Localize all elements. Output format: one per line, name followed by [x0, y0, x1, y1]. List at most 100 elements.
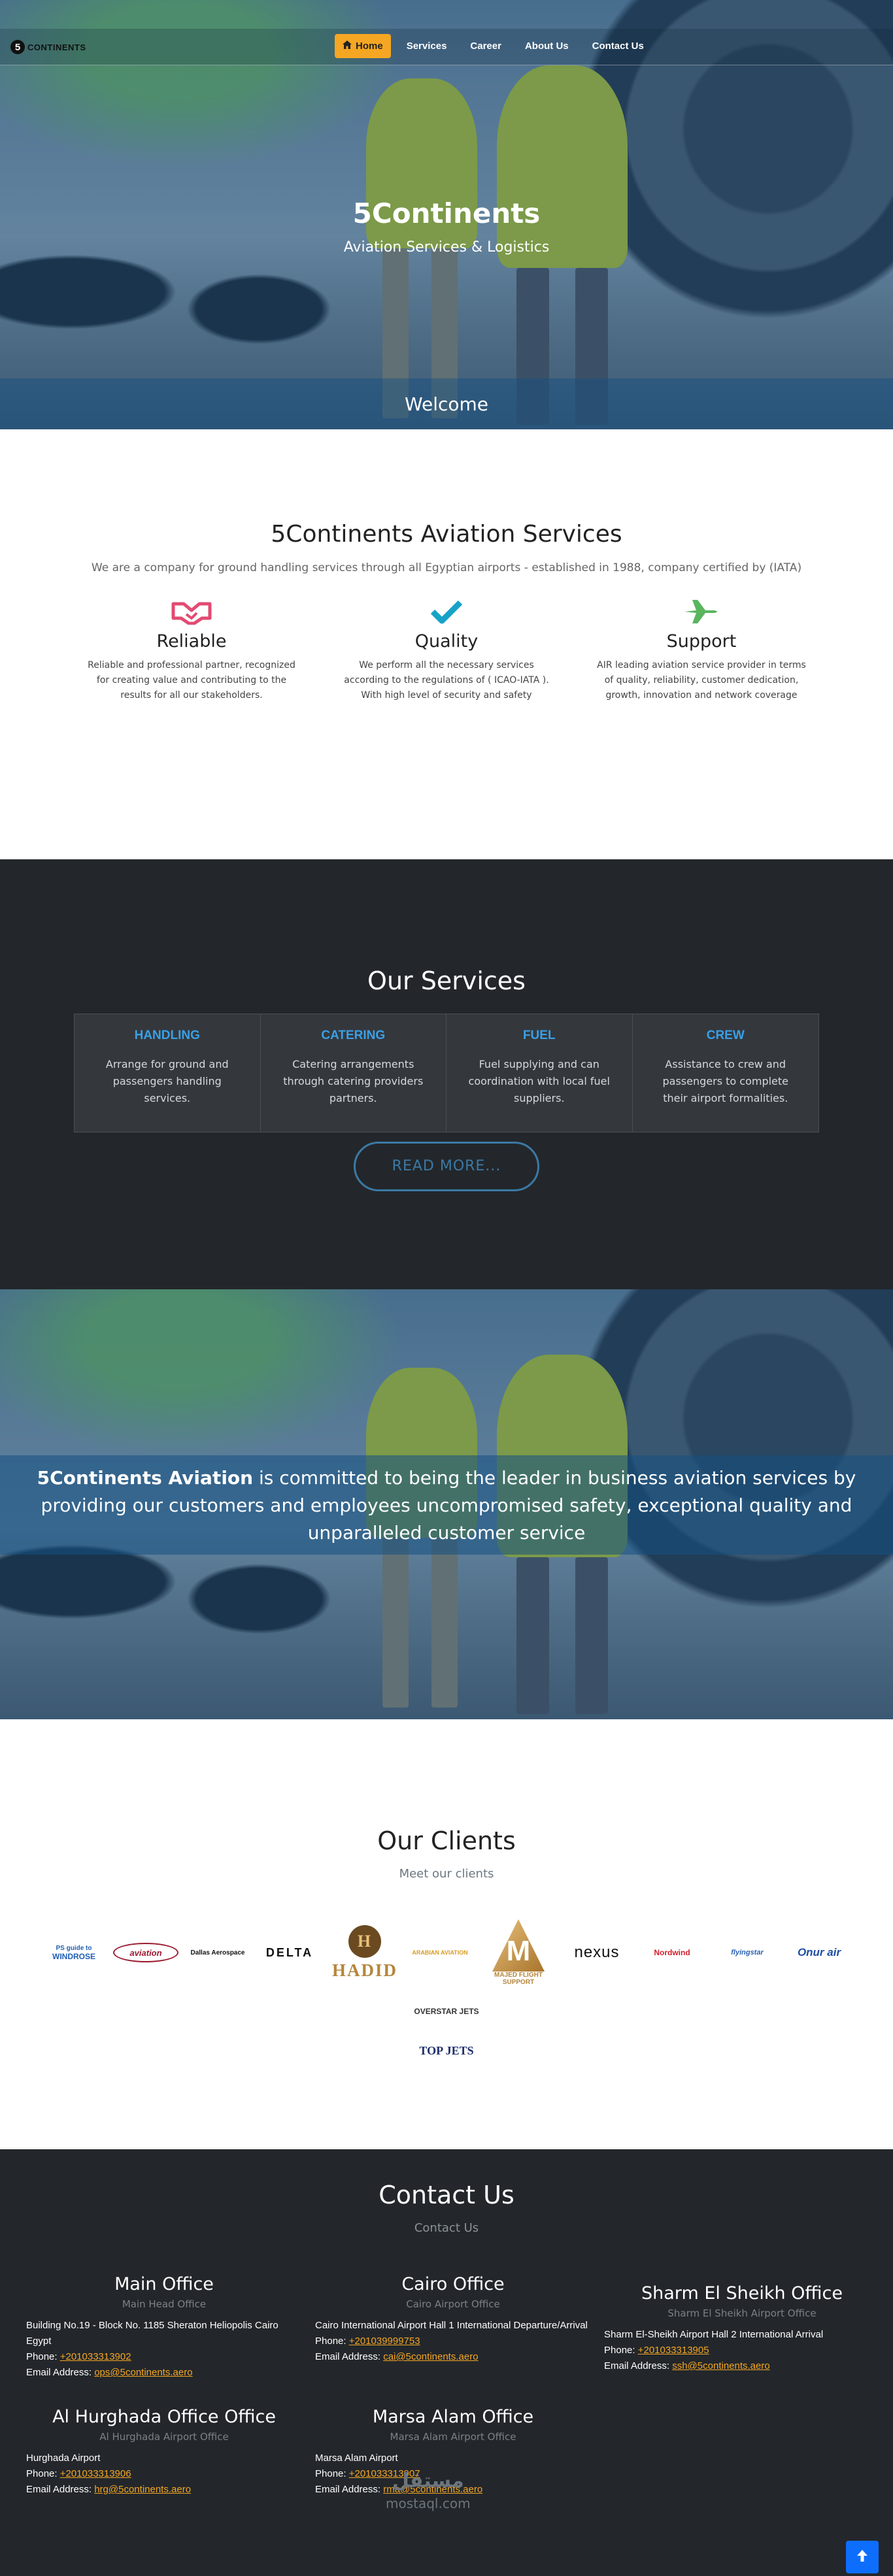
service-title: HANDLING	[134, 1029, 200, 1042]
office-title: Main Office	[114, 2274, 214, 2294]
services-grid: HANDLING Arrange for ground and passenge…	[74, 1014, 819, 1132]
client-logo-dallas-aerospace: Dallas Aerospace	[190, 1949, 245, 1957]
office-phone: Phone: +201039999753	[315, 2334, 591, 2349]
email-label: Email Address:	[315, 2351, 384, 2362]
client-logo-windrose: PS guide to WINDROSE	[41, 1938, 107, 1967]
majed-emblem: M	[492, 1919, 545, 1972]
office-phone: Phone: +201033313905	[604, 2343, 880, 2358]
nav-item-contact-us[interactable]: Contact Us	[584, 34, 652, 58]
phone-label: Phone:	[26, 2468, 60, 2479]
office-list: Main Office Main Head Office Building No…	[13, 2274, 880, 2498]
hadid-emblem: H	[348, 1924, 381, 1958]
office-address: Marsa Alam Airport	[315, 2452, 398, 2464]
client-logo-onur-air: Onur air	[797, 1946, 841, 1958]
client-logo-nexus: nexus	[574, 1943, 620, 1961]
email-label: Email Address:	[604, 2360, 673, 2371]
service-text: Assistance to crew and passengers to com…	[662, 1058, 789, 1104]
phone-label: Phone:	[315, 2336, 349, 2347]
feature-list: Reliable Reliable and professional partn…	[0, 596, 893, 703]
service-text: Arrange for ground and passengers handli…	[105, 1058, 229, 1104]
service-text: Fuel supplying and can coordination with…	[468, 1058, 610, 1104]
about-title: 5Continents Aviation Services	[271, 521, 622, 548]
office-email: Email Address: hrg@5continents.aero	[26, 2482, 302, 2498]
hero-subtitle: Aviation Services & Logistics	[343, 239, 550, 256]
phone-link[interactable]: +201033313902	[60, 2351, 131, 2362]
phone-link[interactable]: +201033313905	[638, 2345, 709, 2356]
clients-section: Our Clients Meet our clients PS guide to…	[0, 1719, 893, 2149]
office-title: Cairo Office	[401, 2274, 505, 2294]
contact-title: Contact Us	[379, 2181, 514, 2209]
office-address: Hurghada Airport	[26, 2452, 101, 2464]
office-address: Cairo International Airport Hall 1 Inter…	[315, 2320, 588, 2331]
phone-label: Phone:	[26, 2351, 60, 2362]
nav-item-home[interactable]: Home	[335, 34, 391, 58]
mission-brand: 5Continents Aviation	[37, 1467, 254, 1489]
nav-item-about-us[interactable]: About Us	[517, 34, 577, 58]
phone-label: Phone:	[315, 2468, 349, 2479]
about-section: 5Continents Aviation Services We are a c…	[0, 429, 893, 859]
office-subtitle: Cairo Airport Office	[406, 2298, 500, 2310]
phone-link[interactable]: +201039999753	[349, 2336, 420, 2347]
nav-item-services[interactable]: Services	[399, 34, 455, 58]
nav-item-label: Home	[356, 41, 383, 52]
office-address: Building No.19 - Block No. 1185 Sheraton…	[26, 2320, 278, 2347]
service-card-fuel: FUEL Fuel supplying and can coordination…	[446, 1014, 633, 1132]
handshake-icon	[84, 596, 299, 627]
feature-title: Reliable	[156, 631, 227, 652]
client-logos: PS guide to WINDROSE aviation Dallas Aer…	[22, 1913, 871, 2070]
client-logo-flyingstar: flyingstar	[731, 1949, 764, 1957]
watermark-url: mostaql.com	[386, 2496, 471, 2511]
office-subtitle: Al Hurghada Airport Office	[99, 2431, 229, 2443]
client-logo-hadid: H HADID	[329, 1920, 401, 1985]
welcome-banner: Welcome	[0, 378, 893, 429]
contact-subtitle: Contact Us	[414, 2221, 479, 2235]
services-section: Our Services HANDLING Arrange for ground…	[0, 859, 893, 1289]
feature-text: AIR leading aviation service provider in…	[597, 660, 806, 701]
office-title: Marsa Alam Office	[372, 2407, 534, 2427]
check-icon	[339, 596, 554, 627]
client-logo-top-jets: TOP JETS	[419, 2043, 474, 2057]
office-email: Email Address: cai@5continents.aero	[315, 2349, 591, 2365]
top-navigation: 5 CONTINENTS Home Services Career About …	[0, 29, 893, 65]
mostaql-watermark: مستقل mostaql.com	[386, 2470, 471, 2515]
nav-item-label: Contact Us	[592, 41, 644, 52]
nav-item-career[interactable]: Career	[462, 34, 509, 58]
office-hurghada: Al Hurghada Office Office Al Hurghada Ai…	[13, 2407, 302, 2498]
office-phone: Phone: +201033313902	[26, 2349, 302, 2365]
feature-title: Support	[666, 631, 737, 652]
office-subtitle: Main Head Office	[122, 2298, 207, 2310]
office-address: Sharm El-Sheikh Airport Hall 2 Internati…	[604, 2329, 824, 2340]
watermark-arabic: مستقل	[392, 2469, 464, 2492]
plane-icon	[594, 596, 809, 627]
service-title: CREW	[706, 1029, 745, 1042]
logo-mark: 5	[10, 40, 25, 54]
main-menu: Home Services Career About Us Contact Us	[335, 34, 652, 58]
phone-link[interactable]: +201033313906	[60, 2468, 131, 2479]
logo-text: CONTINENTS	[27, 42, 86, 52]
mission-statement: 5Continents Aviation is committed to bei…	[0, 1455, 893, 1555]
read-more-button[interactable]: READ MORE...	[354, 1142, 539, 1191]
feature-text: Reliable and professional partner, recog…	[88, 660, 295, 701]
email-link[interactable]: hrg@5continents.aero	[94, 2484, 191, 2495]
nav-item-label: About Us	[524, 41, 569, 52]
email-label: Email Address:	[315, 2484, 384, 2495]
scroll-to-top-button[interactable]	[846, 2541, 879, 2573]
service-title: CATERING	[321, 1029, 386, 1042]
email-label: Email Address:	[26, 2367, 95, 2378]
about-lead: We are a company for ground handling ser…	[91, 561, 802, 574]
office-main: Main Office Main Head Office Building No…	[13, 2274, 302, 2381]
office-phone: Phone: +201033313906	[26, 2466, 302, 2482]
site-logo[interactable]: 5 CONTINENTS	[10, 37, 86, 57]
feature-reliable: Reliable Reliable and professional partn…	[84, 596, 299, 703]
service-card-crew: CREW Assistance to crew and passengers t…	[633, 1014, 819, 1132]
email-link[interactable]: cai@5continents.aero	[383, 2351, 478, 2362]
client-logo-delta: DELTA	[265, 1945, 314, 1959]
clients-title: Our Clients	[377, 1826, 516, 1855]
feature-title: Quality	[414, 631, 479, 652]
feature-text: We perform all the necessary services ac…	[344, 660, 549, 701]
services-title: Our Services	[367, 966, 526, 995]
client-logo-aviation: aviation	[113, 1943, 178, 1962]
client-logo-nordwind: Nordwind	[654, 1948, 690, 1957]
email-link[interactable]: ops@5continents.aero	[94, 2367, 192, 2378]
email-link[interactable]: ssh@5continents.aero	[672, 2360, 769, 2371]
